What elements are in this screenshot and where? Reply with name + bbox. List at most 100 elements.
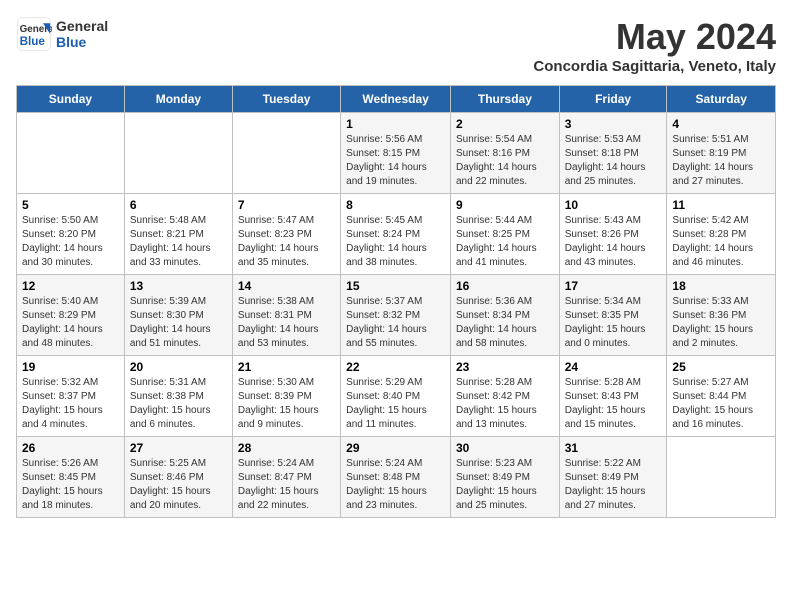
calendar-cell: 10Sunrise: 5:43 AM Sunset: 8:26 PM Dayli…: [559, 194, 667, 275]
calendar-cell: 2 Sunrise: 5:54 AM Sunset: 8:16 PM Daylig…: [450, 113, 559, 194]
day-number: 2: [456, 117, 554, 131]
day-number: 25: [672, 360, 770, 374]
svg-text:Blue: Blue: [20, 35, 46, 48]
calendar-cell: 7 Sunrise: 5:47 AM Sunset: 8:23 PM Daylig…: [232, 194, 340, 275]
day-info: Sunrise: 5:25 AM Sunset: 8:46 PM Dayligh…: [130, 457, 227, 513]
day-info: Sunrise: 5:45 AM Sunset: 8:24 PM Dayligh…: [346, 214, 445, 270]
day-info: Sunrise: 5:40 AM Sunset: 8:29 PM Dayligh…: [22, 295, 119, 351]
calendar-week-5: 26 Sunrise: 5:26 AM Sunset: 8:45 PM Dayli…: [17, 437, 776, 518]
day-number: 13: [130, 279, 227, 293]
calendar-cell: 1 Sunrise: 5:56 AM Sunset: 8:15 PM Daylig…: [341, 113, 451, 194]
calendar-week-1: 1 Sunrise: 5:56 AM Sunset: 8:15 PM Daylig…: [17, 113, 776, 194]
day-info: Sunrise: 5:47 AM Sunset: 8:23 PM Dayligh…: [238, 214, 335, 270]
day-info: Sunrise: 5:54 AM Sunset: 8:16 PM Dayligh…: [456, 133, 554, 189]
day-number: 12: [22, 279, 119, 293]
logo: General Blue General Blue: [16, 16, 108, 52]
calendar-cell: 9 Sunrise: 5:44 AM Sunset: 8:25 PM Daylig…: [450, 194, 559, 275]
day-number: 15: [346, 279, 445, 293]
calendar-cell: 13Sunrise: 5:39 AM Sunset: 8:30 PM Dayli…: [124, 275, 232, 356]
weekday-header-thursday: Thursday: [450, 86, 559, 113]
day-number: 31: [565, 441, 662, 455]
day-number: 3: [565, 117, 662, 131]
calendar-cell: 26 Sunrise: 5:26 AM Sunset: 8:45 PM Dayli…: [17, 437, 125, 518]
calendar-week-2: 5 Sunrise: 5:50 AM Sunset: 8:20 PM Daylig…: [17, 194, 776, 275]
calendar-cell: 16 Sunrise: 5:36 AM Sunset: 8:34 PM Dayli…: [450, 275, 559, 356]
calendar-cell: [667, 437, 776, 518]
calendar-cell: [17, 113, 125, 194]
day-info: Sunrise: 5:27 AM Sunset: 8:44 PM Dayligh…: [672, 376, 770, 432]
day-number: 6: [130, 198, 227, 212]
day-number: 29: [346, 441, 445, 455]
day-number: 5: [22, 198, 119, 212]
weekday-header-saturday: Saturday: [667, 86, 776, 113]
day-info: Sunrise: 5:26 AM Sunset: 8:45 PM Dayligh…: [22, 457, 119, 513]
weekday-header-wednesday: Wednesday: [341, 86, 451, 113]
header: General Blue General Blue May 2024 Conco…: [16, 16, 776, 75]
day-info: Sunrise: 5:32 AM Sunset: 8:37 PM Dayligh…: [22, 376, 119, 432]
day-number: 24: [565, 360, 662, 374]
calendar-week-4: 19 Sunrise: 5:32 AM Sunset: 8:37 PM Dayli…: [17, 356, 776, 437]
day-info: Sunrise: 5:28 AM Sunset: 8:42 PM Dayligh…: [456, 376, 554, 432]
month-title: May 2024: [533, 16, 776, 58]
day-number: 23: [456, 360, 554, 374]
calendar-cell: 19 Sunrise: 5:32 AM Sunset: 8:37 PM Dayli…: [17, 356, 125, 437]
day-number: 10: [565, 198, 662, 212]
weekday-header-tuesday: Tuesday: [232, 86, 340, 113]
calendar-cell: 22 Sunrise: 5:29 AM Sunset: 8:40 PM Dayli…: [341, 356, 451, 437]
calendar-cell: 23 Sunrise: 5:28 AM Sunset: 8:42 PM Dayli…: [450, 356, 559, 437]
title-area: May 2024 Concordia Sagittaria, Veneto, I…: [533, 16, 776, 75]
calendar-cell: [232, 113, 340, 194]
day-number: 14: [238, 279, 335, 293]
day-info: Sunrise: 5:22 AM Sunset: 8:49 PM Dayligh…: [565, 457, 662, 513]
day-info: Sunrise: 5:42 AM Sunset: 8:28 PM Dayligh…: [672, 214, 770, 270]
calendar-cell: 8Sunrise: 5:45 AM Sunset: 8:24 PM Daylig…: [341, 194, 451, 275]
day-number: 27: [130, 441, 227, 455]
day-info: Sunrise: 5:24 AM Sunset: 8:48 PM Dayligh…: [346, 457, 445, 513]
day-info: Sunrise: 5:29 AM Sunset: 8:40 PM Dayligh…: [346, 376, 445, 432]
weekday-header-monday: Monday: [124, 86, 232, 113]
calendar-cell: 11 Sunrise: 5:42 AM Sunset: 8:28 PM Dayli…: [667, 194, 776, 275]
day-number: 11: [672, 198, 770, 212]
calendar-cell: 20Sunrise: 5:31 AM Sunset: 8:38 PM Dayli…: [124, 356, 232, 437]
day-info: Sunrise: 5:36 AM Sunset: 8:34 PM Dayligh…: [456, 295, 554, 351]
day-info: Sunrise: 5:24 AM Sunset: 8:47 PM Dayligh…: [238, 457, 335, 513]
calendar-cell: 14 Sunrise: 5:38 AM Sunset: 8:31 PM Dayli…: [232, 275, 340, 356]
logo-icon: General Blue: [16, 16, 52, 52]
day-info: Sunrise: 5:38 AM Sunset: 8:31 PM Dayligh…: [238, 295, 335, 351]
day-number: 28: [238, 441, 335, 455]
day-number: 21: [238, 360, 335, 374]
day-info: Sunrise: 5:33 AM Sunset: 8:36 PM Dayligh…: [672, 295, 770, 351]
day-number: 26: [22, 441, 119, 455]
day-number: 16: [456, 279, 554, 293]
calendar-cell: 4Sunrise: 5:51 AM Sunset: 8:19 PM Daylig…: [667, 113, 776, 194]
day-number: 18: [672, 279, 770, 293]
day-info: Sunrise: 5:44 AM Sunset: 8:25 PM Dayligh…: [456, 214, 554, 270]
weekday-header-row: SundayMondayTuesdayWednesdayThursdayFrid…: [17, 86, 776, 113]
day-number: 17: [565, 279, 662, 293]
calendar-cell: 12 Sunrise: 5:40 AM Sunset: 8:29 PM Dayli…: [17, 275, 125, 356]
day-info: Sunrise: 5:56 AM Sunset: 8:15 PM Dayligh…: [346, 133, 445, 189]
day-number: 19: [22, 360, 119, 374]
calendar-cell: 31 Sunrise: 5:22 AM Sunset: 8:49 PM Dayli…: [559, 437, 667, 518]
calendar-cell: 28 Sunrise: 5:24 AM Sunset: 8:47 PM Dayli…: [232, 437, 340, 518]
day-info: Sunrise: 5:51 AM Sunset: 8:19 PM Dayligh…: [672, 133, 770, 189]
calendar-cell: 15Sunrise: 5:37 AM Sunset: 8:32 PM Dayli…: [341, 275, 451, 356]
logo-text: General Blue: [56, 18, 108, 50]
day-number: 9: [456, 198, 554, 212]
day-number: 22: [346, 360, 445, 374]
weekday-header-sunday: Sunday: [17, 86, 125, 113]
day-number: 7: [238, 198, 335, 212]
logo-blue: Blue: [56, 34, 108, 50]
calendar-cell: 30Sunrise: 5:23 AM Sunset: 8:49 PM Dayli…: [450, 437, 559, 518]
day-info: Sunrise: 5:48 AM Sunset: 8:21 PM Dayligh…: [130, 214, 227, 270]
weekday-header-friday: Friday: [559, 86, 667, 113]
day-info: Sunrise: 5:28 AM Sunset: 8:43 PM Dayligh…: [565, 376, 662, 432]
day-info: Sunrise: 5:31 AM Sunset: 8:38 PM Dayligh…: [130, 376, 227, 432]
calendar-cell: 24 Sunrise: 5:28 AM Sunset: 8:43 PM Dayli…: [559, 356, 667, 437]
day-info: Sunrise: 5:23 AM Sunset: 8:49 PM Dayligh…: [456, 457, 554, 513]
day-info: Sunrise: 5:34 AM Sunset: 8:35 PM Dayligh…: [565, 295, 662, 351]
day-info: Sunrise: 5:50 AM Sunset: 8:20 PM Dayligh…: [22, 214, 119, 270]
day-number: 1: [346, 117, 445, 131]
calendar-cell: 17 Sunrise: 5:34 AM Sunset: 8:35 PM Dayli…: [559, 275, 667, 356]
logo-general: General: [56, 18, 108, 34]
